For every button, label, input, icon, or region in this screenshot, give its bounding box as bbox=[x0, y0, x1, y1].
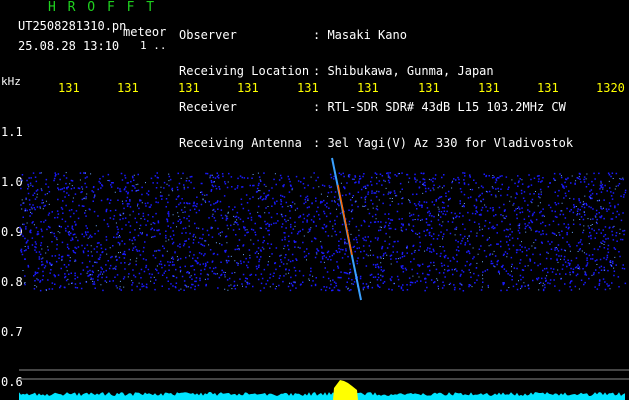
signal-spike bbox=[333, 380, 358, 400]
x-tick-label: 131 bbox=[418, 81, 440, 95]
datetime: 25.08.28 13:10 bbox=[18, 39, 120, 53]
info-label-observer: Observer bbox=[179, 28, 237, 42]
baseline-signal bbox=[19, 392, 625, 400]
info-label-location: Receiving Location bbox=[179, 64, 310, 78]
x-tick-label: 131 bbox=[58, 81, 80, 95]
info-value-observer: : Masaki Kano bbox=[313, 28, 407, 42]
x-tick-label: 131 bbox=[537, 81, 559, 95]
x-tick-label: 131 bbox=[178, 81, 200, 95]
noise-band bbox=[19, 172, 627, 292]
meteor-trail bbox=[331, 157, 362, 301]
x-tick-label: 1320 bbox=[596, 81, 625, 95]
file-name: UT2508281310.pn bbox=[18, 19, 127, 33]
x-tick-label: 131 bbox=[237, 81, 259, 95]
x-tick-label: 131 bbox=[357, 81, 379, 95]
x-tick-label: 131 bbox=[297, 81, 319, 95]
app-title: H R O F F T bbox=[48, 0, 157, 15]
mode-label: meteor bbox=[123, 25, 167, 39]
spectrogram-plot bbox=[19, 157, 629, 400]
x-tick-label: 131 bbox=[117, 81, 139, 95]
x-tick-label: 131 bbox=[478, 81, 500, 95]
frequency-unit-label: kHz bbox=[1, 75, 21, 88]
info-value-location: : Shibukawa, Gunma, Japan bbox=[313, 64, 494, 78]
status-marker: 1 .. bbox=[140, 39, 167, 52]
